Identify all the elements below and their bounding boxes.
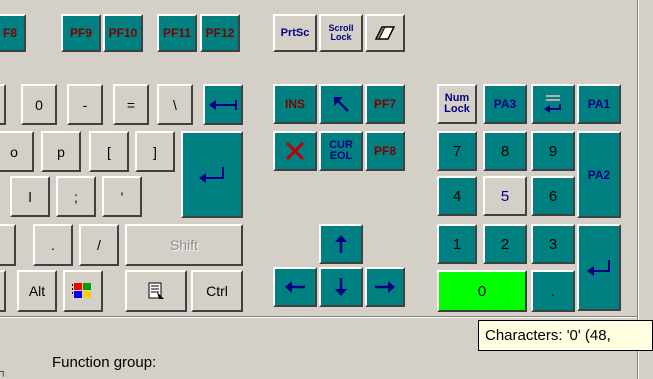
key-prtsc[interactable]: PrtSc bbox=[273, 14, 317, 52]
key-p[interactable]: p bbox=[41, 131, 81, 172]
key-num7[interactable]: 7 bbox=[437, 131, 477, 171]
key-pf11[interactable]: PF11 bbox=[157, 14, 197, 52]
key-pf9[interactable]: PF9 bbox=[61, 14, 101, 52]
key-home[interactable] bbox=[319, 84, 363, 124]
key-cur-eol[interactable]: CUR EOL bbox=[319, 131, 363, 171]
numpad-enter-arrow-icon bbox=[587, 259, 610, 276]
key-num0[interactable]: 0 bbox=[437, 270, 527, 312]
newline-arrow-icon bbox=[544, 95, 561, 113]
key-num-dot[interactable]: . bbox=[531, 270, 575, 312]
key-pa3[interactable]: PA3 bbox=[483, 84, 527, 124]
key-numpad-enter[interactable] bbox=[577, 224, 621, 311]
key-pf10[interactable]: PF10 bbox=[103, 14, 143, 52]
key-up[interactable] bbox=[319, 224, 363, 264]
key-ins[interactable]: INS bbox=[273, 84, 317, 124]
key-right[interactable] bbox=[365, 267, 405, 307]
key-o[interactable]: o bbox=[0, 131, 34, 172]
key-down[interactable] bbox=[319, 267, 363, 307]
key-delete[interactable] bbox=[273, 131, 317, 171]
key-minus[interactable]: - bbox=[67, 84, 103, 125]
key-ctrl[interactable]: Ctrl bbox=[191, 270, 243, 312]
key-partial-row5[interactable] bbox=[0, 224, 16, 266]
key-pf8[interactable]: PF8 bbox=[365, 131, 405, 171]
tooltip: Characters: '0' (48, bbox=[478, 320, 653, 351]
key-num8[interactable]: 8 bbox=[483, 131, 527, 171]
key-num4[interactable]: 4 bbox=[437, 176, 477, 216]
num-lock-line2: Lock bbox=[444, 103, 470, 115]
context-menu-icon bbox=[148, 282, 164, 299]
key-shift[interactable]: Shift bbox=[125, 224, 243, 266]
backspace-arrow-icon bbox=[209, 99, 237, 110]
key-zero[interactable]: 0 bbox=[21, 84, 57, 125]
key-alt[interactable]: Alt bbox=[17, 270, 57, 312]
scroll-lock-line2: Lock bbox=[330, 32, 352, 42]
arrow-down-icon bbox=[335, 278, 347, 296]
key-semicolon[interactable]: ; bbox=[56, 176, 96, 217]
key-menu[interactable] bbox=[125, 270, 187, 312]
key-newline[interactable] bbox=[531, 84, 575, 124]
key-partial-row6[interactable] bbox=[0, 270, 6, 312]
key-backslash[interactable]: \ bbox=[157, 84, 193, 125]
key-num9[interactable]: 9 bbox=[531, 131, 575, 171]
key-num2[interactable]: 2 bbox=[483, 224, 527, 264]
key-left[interactable] bbox=[273, 267, 317, 307]
arrow-left-icon bbox=[285, 281, 305, 293]
key-num5[interactable]: 5 bbox=[483, 176, 527, 216]
corner-mark: ┐ bbox=[0, 366, 7, 376]
arrow-up-icon bbox=[335, 235, 347, 253]
key-num3[interactable]: 3 bbox=[531, 224, 575, 264]
eraser-icon bbox=[374, 26, 396, 40]
key-slash[interactable]: / bbox=[79, 224, 119, 266]
key-partial-row2[interactable] bbox=[0, 84, 6, 125]
key-pf12[interactable]: PF12 bbox=[200, 14, 240, 52]
panel-bottom-divider bbox=[0, 316, 637, 318]
key-backspace[interactable] bbox=[203, 84, 243, 125]
key-l[interactable]: l bbox=[10, 176, 50, 217]
function-group-label: Function group: bbox=[52, 354, 157, 371]
key-rbracket[interactable]: ] bbox=[135, 131, 175, 172]
enter-arrow-icon bbox=[199, 166, 224, 183]
key-num6[interactable]: 6 bbox=[531, 176, 575, 216]
key-num1[interactable]: 1 bbox=[437, 224, 477, 264]
delete-x-icon bbox=[285, 141, 305, 161]
key-f8[interactable]: F8 bbox=[0, 14, 26, 52]
key-scroll-lock[interactable]: Scroll Lock bbox=[319, 14, 363, 52]
key-equals[interactable]: = bbox=[113, 84, 149, 125]
windows-logo-icon bbox=[72, 283, 91, 298]
key-pa1[interactable]: PA1 bbox=[577, 84, 621, 124]
key-quote[interactable]: ' bbox=[102, 176, 142, 217]
home-arrow-icon bbox=[334, 97, 349, 112]
arrow-right-icon bbox=[375, 281, 395, 293]
key-period[interactable]: . bbox=[33, 224, 73, 266]
key-windows[interactable] bbox=[63, 270, 103, 312]
key-enter[interactable] bbox=[181, 131, 243, 218]
key-num-lock[interactable]: Num Lock bbox=[437, 84, 477, 124]
key-lbracket[interactable]: [ bbox=[89, 131, 129, 172]
key-pa2[interactable]: PA2 bbox=[577, 131, 621, 218]
cur-eol-line2: EOL bbox=[329, 150, 353, 162]
keyboard-panel: F8 PF9 PF10 PF11 PF12 PrtSc Scroll Lock … bbox=[0, 0, 637, 316]
key-pf7[interactable]: PF7 bbox=[365, 84, 405, 124]
key-eraser[interactable] bbox=[365, 14, 405, 52]
